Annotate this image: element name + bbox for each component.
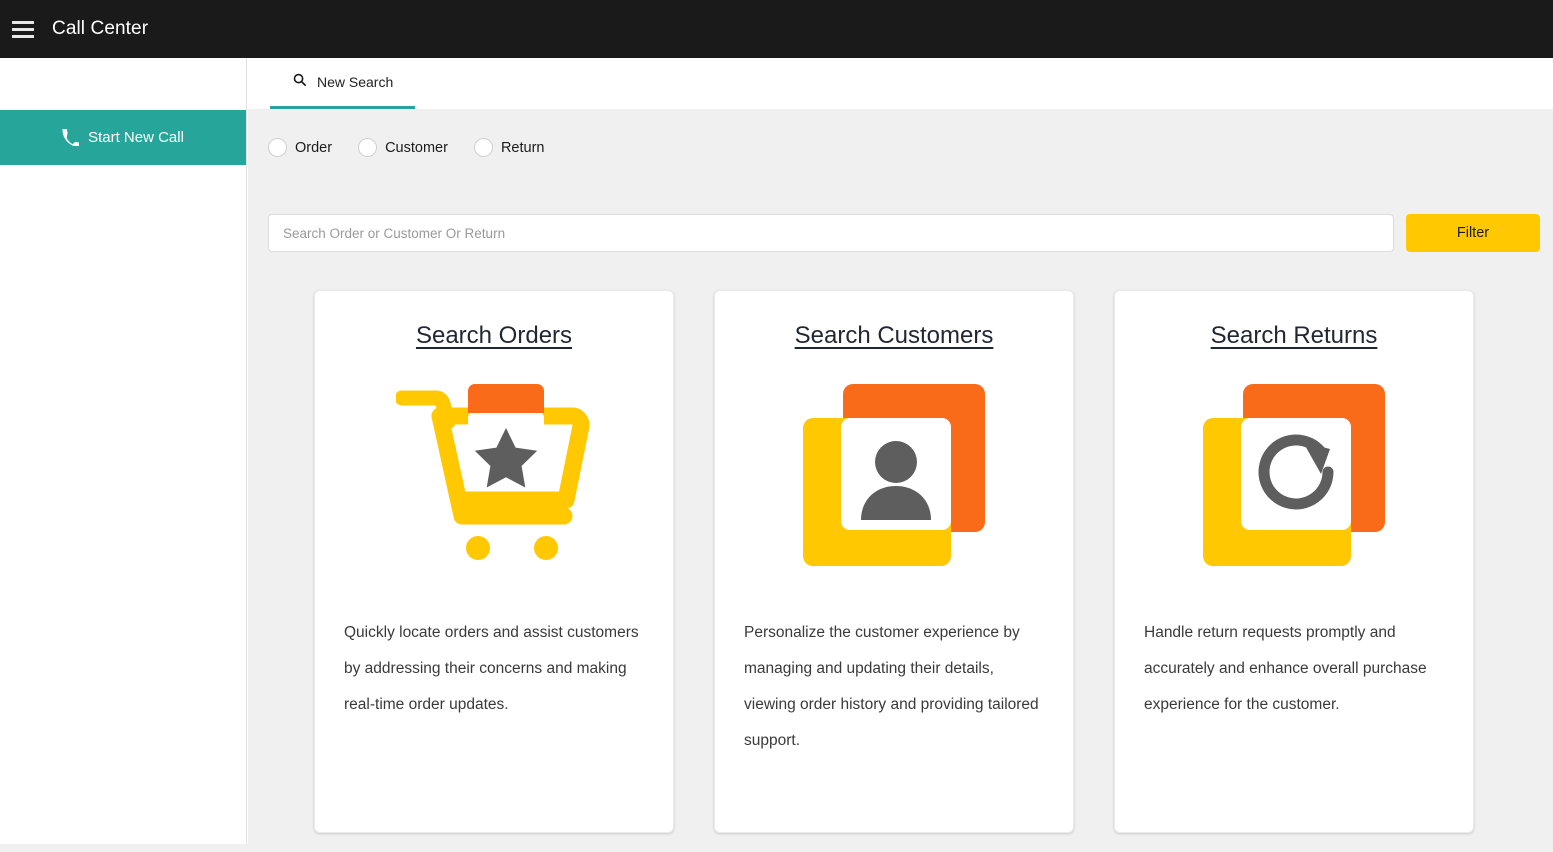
search-icon: [292, 72, 307, 92]
radio-label-return: Return: [501, 140, 545, 156]
tab-new-search-label: New Search: [317, 74, 393, 90]
hamburger-bar: [12, 21, 34, 24]
card-description-search-returns: Handle return requests promptly and accu…: [1144, 615, 1444, 723]
hamburger-menu-icon[interactable]: [0, 0, 44, 58]
search-row: Filter: [268, 214, 1540, 252]
tab-new-search[interactable]: New Search: [270, 58, 415, 109]
top-app-bar: Call Center: [0, 0, 1553, 58]
radio-label-customer: Customer: [385, 140, 448, 156]
card-title-search-orders[interactable]: Search Orders: [416, 323, 572, 349]
return-refresh-squares-icon: [1203, 371, 1385, 571]
radio-circle-icon[interactable]: [268, 138, 287, 157]
start-new-call-label: Start New Call: [88, 129, 184, 146]
footer-strip: [0, 844, 1553, 852]
hamburger-bar: [12, 35, 34, 38]
radio-circle-icon[interactable]: [358, 138, 377, 157]
radio-option-customer[interactable]: Customer: [358, 138, 448, 157]
search-type-radio-group: Order Customer Return: [268, 138, 544, 157]
card-title-search-returns[interactable]: Search Returns: [1211, 323, 1378, 349]
card-description-search-orders: Quickly locate orders and assist custome…: [344, 615, 644, 723]
card-description-search-customers: Personalize the customer experience by m…: [744, 615, 1044, 759]
feature-card-grid: Search Orders: [248, 290, 1553, 833]
left-sidebar: Start New Call: [0, 58, 247, 844]
card-search-returns[interactable]: Search Returns Handle return requests pr…: [1114, 290, 1474, 833]
customer-person-squares-icon: [803, 371, 985, 571]
main-content: New Search Order Customer Return Filter: [248, 58, 1553, 844]
radio-circle-icon[interactable]: [474, 138, 493, 157]
card-title-search-customers[interactable]: Search Customers: [795, 323, 994, 349]
card-search-orders[interactable]: Search Orders: [314, 290, 674, 833]
radio-label-order: Order: [295, 140, 332, 156]
shopping-cart-star-icon: [396, 371, 592, 571]
card-search-customers[interactable]: Search Customers Personalize the custome…: [714, 290, 1074, 833]
start-new-call-button[interactable]: Start New Call: [0, 110, 246, 165]
radio-option-return[interactable]: Return: [474, 138, 545, 157]
filter-button[interactable]: Filter: [1406, 214, 1540, 252]
phone-icon: [62, 129, 79, 146]
app-title: Call Center: [52, 18, 148, 40]
tab-bar: New Search: [248, 58, 1553, 109]
radio-option-order[interactable]: Order: [268, 138, 332, 157]
search-input[interactable]: [268, 214, 1394, 252]
hamburger-bar: [12, 28, 34, 31]
filter-bar: Order Customer Return Filter: [248, 109, 1553, 284]
